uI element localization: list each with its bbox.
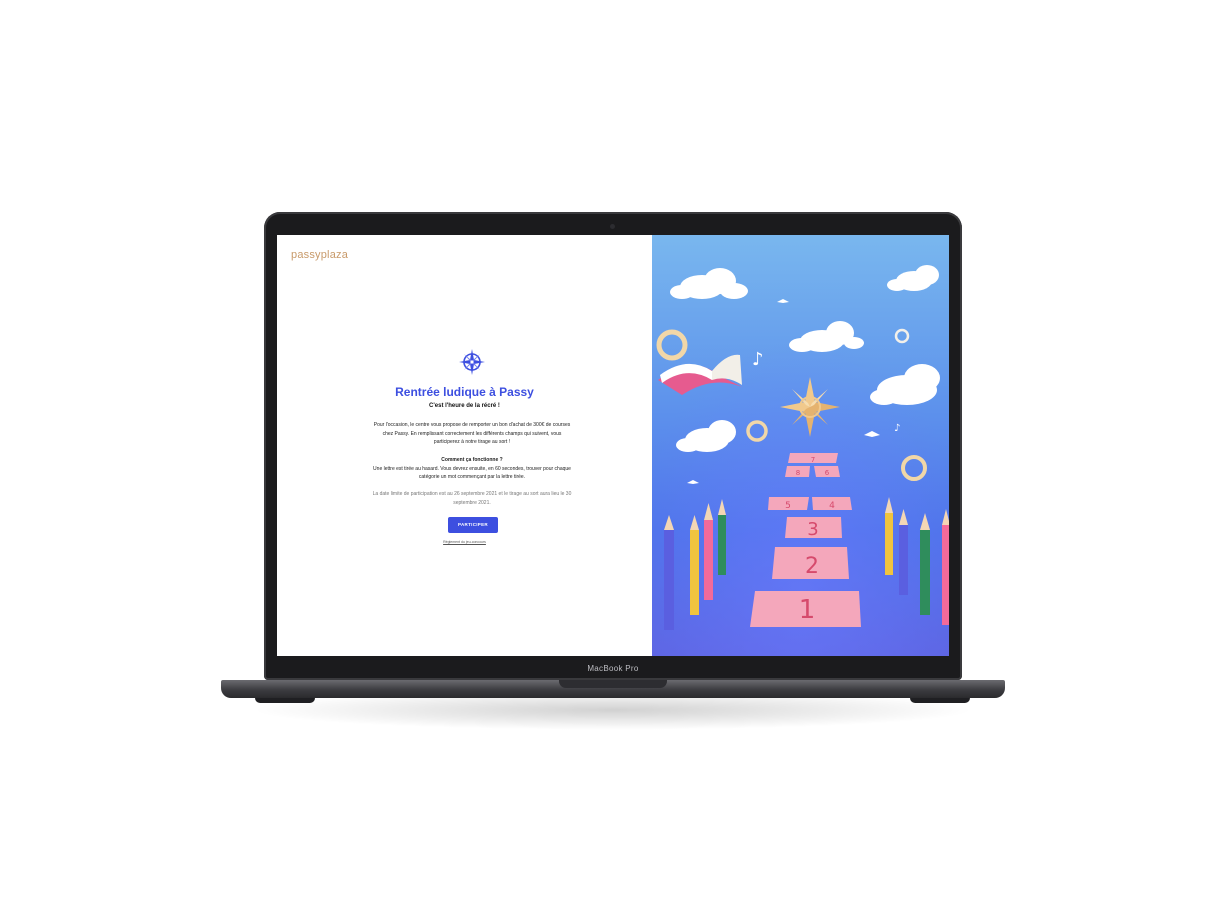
how-it-works-text: Une lettre est tirée au hasard. Vous dev…	[373, 465, 571, 481]
pencil-icon	[690, 515, 699, 615]
page-subtitle: C'est l'heure de la récré !	[429, 403, 500, 409]
music-note-icon: ♪	[894, 423, 900, 434]
tile-number: 7	[811, 456, 815, 464]
hopscotch-tile: 7	[788, 453, 838, 464]
how-it-works: Comment ça fonctionne ? Une lettre est t…	[369, 456, 575, 482]
pencil-icon	[920, 513, 930, 615]
laptop-hinge-notch	[559, 680, 667, 688]
tile-number: 6	[825, 469, 830, 477]
music-note-icon: ♪	[752, 349, 764, 370]
pencil-icon	[718, 499, 726, 575]
laptop-lid: passyplaza Rentrée ludique à Passy C'est…	[264, 212, 962, 680]
pencil-icon	[885, 497, 893, 575]
tile-number: 1	[799, 595, 816, 625]
laptop-foot	[910, 698, 970, 703]
hopscotch-tile: 8	[785, 466, 810, 477]
brand-logo[interactable]: passyplaza	[291, 249, 348, 261]
tile-number: 2	[805, 554, 819, 579]
page-title: Rentrée ludique à Passy	[395, 385, 534, 399]
camera-icon	[610, 224, 615, 229]
participate-button[interactable]: PARTICIPER	[448, 517, 498, 533]
hopscotch-tile: 1	[750, 591, 861, 627]
hopscotch-tile: 3	[785, 517, 842, 540]
pencil-icon	[704, 503, 713, 600]
laptop-foot	[255, 698, 315, 703]
tile-number: 3	[807, 519, 818, 540]
tile-number: 5	[785, 501, 791, 511]
content-panel: passyplaza Rentrée ludique à Passy C'est…	[277, 235, 652, 656]
laptop-screen: passyplaza Rentrée ludique à Passy C'est…	[277, 235, 949, 656]
hero-illustration: ♪ ♪ 7 8 6 5 4 3 2 1	[652, 235, 949, 656]
hopscotch-tile: 5	[768, 497, 809, 511]
compass-rose-icon	[459, 349, 485, 375]
hopscotch-scene: ♪ ♪ 7 8 6 5 4 3 2 1	[652, 235, 949, 656]
how-it-works-title: Comment ça fonctionne ?	[441, 457, 503, 463]
hopscotch-tile: 6	[814, 466, 840, 477]
rules-link[interactable]: Règlement du jeu-concours	[277, 540, 652, 544]
laptop-model-label: MacBook Pro	[587, 664, 639, 673]
hopscotch-tile: 2	[772, 547, 849, 579]
intro-paragraph: Pour l'occasion, le centre vous propose …	[373, 422, 571, 445]
pencil-icon	[942, 509, 949, 625]
laptop-base	[221, 680, 1005, 698]
deadline-text: La date limite de participation est au 2…	[372, 491, 572, 506]
brand-logo-text: passyplaza	[291, 249, 349, 261]
hopscotch-tile: 4	[812, 497, 852, 511]
pencil-icon	[664, 515, 674, 630]
pencil-icon	[899, 509, 908, 595]
tile-number: 8	[796, 469, 800, 477]
tile-number: 4	[829, 501, 835, 511]
